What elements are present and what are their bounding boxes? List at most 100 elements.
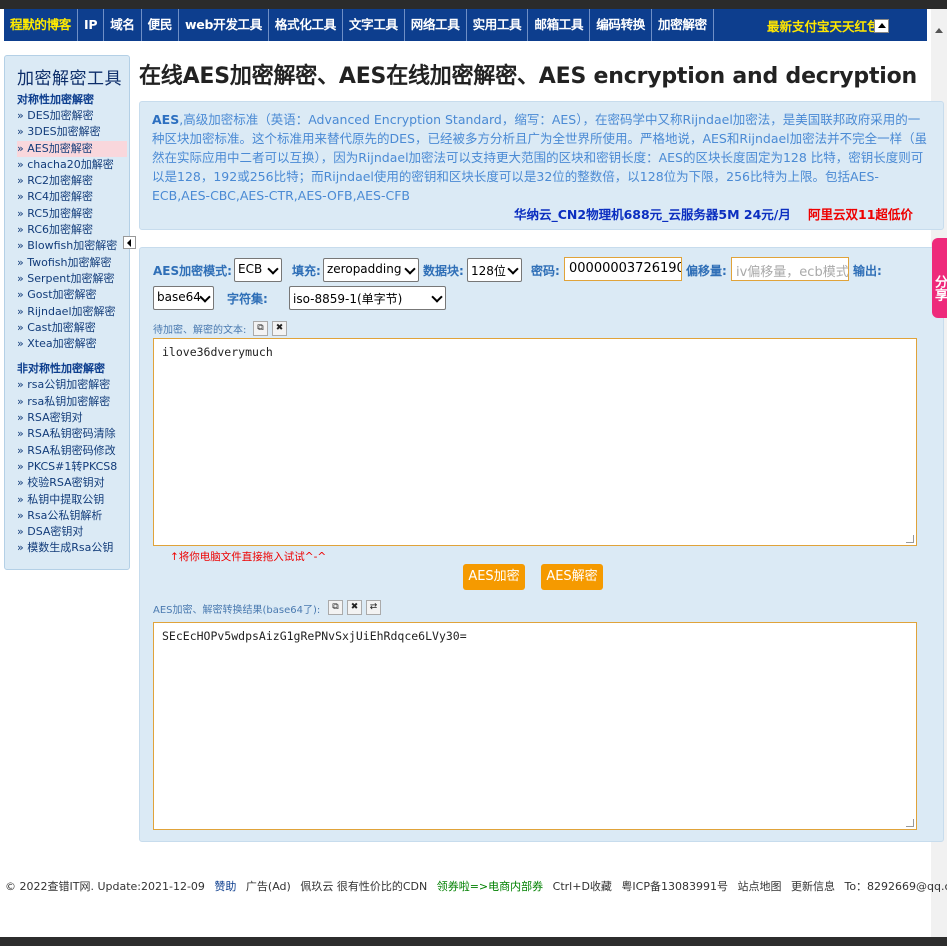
sidebar-item-3des[interactable]: 3DES加密解密: [17, 124, 129, 140]
nav-format-link[interactable]: 格式化工具: [269, 9, 343, 41]
sidebar-item-modulus-rsa[interactable]: 模数生成Rsa公钥: [17, 540, 129, 556]
sidebar-item-des[interactable]: DES加密解密: [17, 108, 129, 124]
padding-label: 填充:: [292, 264, 321, 278]
input-text: ilove36dverymuch: [162, 345, 273, 359]
padding-select-value: zeropadding: [327, 262, 402, 276]
tool-panel: AES加密模式: ECB 填充: zeropadding 数据块: 128位 密…: [139, 247, 944, 842]
iv-input[interactable]: iv偏移量，ecb模式不用填写！: [731, 257, 849, 281]
nav-crypto-link[interactable]: 加密解密: [652, 9, 714, 41]
input-textarea[interactable]: ilove36dverymuch: [153, 338, 917, 546]
footer-bookmark: Ctrl+D收藏: [552, 880, 612, 893]
ad-link-right[interactable]: 阿里云双11超低价: [808, 204, 913, 223]
sidebar-item-extract-public[interactable]: 私钥中提取公钥: [17, 492, 129, 508]
sidebar-item-twofish[interactable]: Twofish加密解密: [17, 255, 129, 271]
sidebar-heading-asymmetric: 非对称性加密解密: [17, 362, 105, 376]
sidebar-collapse-icon[interactable]: [123, 236, 136, 249]
sidebar-item-rc2[interactable]: RC2加密解密: [17, 173, 129, 189]
sidebar: 加密解密工具 对称性加密解密 DES加密解密 3DES加密解密 AES加密解密 …: [4, 55, 130, 570]
aes-encrypt-button[interactable]: AES加密: [463, 564, 525, 590]
sidebar-item-dsa-keypair[interactable]: DSA密钥对: [17, 524, 129, 540]
clear-icon[interactable]: ✖: [272, 321, 287, 336]
intro-lead: AES: [152, 112, 180, 127]
mode-label: AES加密模式:: [153, 264, 232, 278]
mode-select[interactable]: ECB: [234, 258, 282, 282]
clear-result-icon[interactable]: ✖: [347, 600, 362, 615]
resize-handle-icon[interactable]: [906, 819, 914, 827]
footer-ads-link[interactable]: 广告(Ad): [246, 880, 291, 893]
sidebar-item-rsa-public[interactable]: rsa公钥加密解密: [17, 377, 129, 393]
sidebar-item-rijndael[interactable]: Rijndael加密解密: [17, 304, 129, 320]
nav-blog-link[interactable]: 程默的博客: [4, 9, 79, 41]
sidebar-item-gost[interactable]: Gost加密解密: [17, 287, 129, 303]
nav-text-link[interactable]: 文字工具: [343, 9, 405, 41]
marquee-promo[interactable]: 最新支付宝天天红包: [767, 16, 927, 35]
sidebar-item-rsa-keypair[interactable]: RSA密钥对: [17, 410, 129, 426]
sidebar-item-rsa-parse[interactable]: Rsa公私钥解析: [17, 508, 129, 524]
sidebar-item-blowfish[interactable]: Blowfish加密解密: [17, 238, 129, 254]
sidebar-item-pkcs1-to-pkcs8[interactable]: PKCS#1转PKCS8: [17, 459, 129, 475]
ad-link-left[interactable]: 华纳云_CN2物理机688元_云服务器5M 24元/月: [514, 204, 791, 223]
sidebar-item-rc6[interactable]: RC6加密解密: [17, 222, 129, 238]
sidebar-item-verify-rsa[interactable]: 校验RSA密钥对: [17, 475, 129, 491]
key-input[interactable]: 0000000372619038: [564, 257, 682, 281]
result-label: AES加密、解密转换结果(base64了):: [153, 605, 321, 616]
resize-handle-icon[interactable]: [906, 535, 914, 543]
share-tab[interactable]: 分享: [932, 238, 947, 318]
block-label: 数据块:: [423, 264, 464, 278]
copy-icon[interactable]: ⧉: [253, 321, 268, 336]
footer-sitemap-link[interactable]: 站点地图: [737, 880, 781, 893]
nav-network-link[interactable]: 网络工具: [405, 9, 467, 41]
chevron-down-icon: [507, 263, 519, 275]
drag-hint: ↑将你电脑文件直接拖入试试^-^: [170, 551, 327, 563]
footer-coupon-link[interactable]: 领券啦=>电商内部券: [437, 880, 543, 893]
padding-select[interactable]: zeropadding: [323, 258, 419, 282]
block-select-value: 128位: [471, 264, 506, 278]
sidebar-item-rsa-change-password[interactable]: RSA私钥密码修改: [17, 443, 129, 459]
iv-label: 偏移量:: [686, 264, 727, 278]
footer-sponsor-link[interactable]: 赞助: [214, 880, 236, 893]
sidebar-item-chacha20[interactable]: chacha20加解密: [17, 157, 129, 173]
result-text: SEcEcHOPv5wdpsAizG1gRePNvSxjUiEhRdqce6LV…: [162, 629, 467, 643]
nav-encoding-link[interactable]: 编码转换: [590, 9, 652, 41]
nav-webdev-link[interactable]: web开发工具: [179, 9, 269, 41]
footer-icp-link[interactable]: 粤ICP备13083991号: [621, 880, 728, 893]
sidebar-item-serpent[interactable]: Serpent加密解密: [17, 271, 129, 287]
footer-copyright: © 2022查错IT网. Update:2021-12-09: [5, 880, 205, 893]
aes-decrypt-button[interactable]: AES解密: [541, 564, 603, 590]
sidebar-item-aes[interactable]: AES加密解密: [17, 140, 127, 157]
sidebar-item-cast[interactable]: Cast加密解密: [17, 320, 129, 336]
result-textarea[interactable]: SEcEcHOPv5wdpsAizG1gRePNvSxjUiEhRdqce6LV…: [153, 622, 917, 830]
chevron-down-icon: [404, 263, 416, 275]
footer: © 2022查错IT网. Update:2021-12-09 赞助 广告(Ad)…: [5, 878, 947, 894]
intro-text: ,高级加密标准（英语：Advanced Encryption Standard，…: [152, 112, 928, 203]
input-label: 待加密、解密的文本:: [153, 325, 247, 336]
nav-utility-link[interactable]: 实用工具: [467, 9, 529, 41]
nav-ip-link[interactable]: IP: [78, 9, 105, 41]
nav-convenience-link[interactable]: 便民: [142, 9, 180, 41]
footer-cdn-link[interactable]: 佩玖云 很有性价比的CDN: [300, 880, 427, 893]
output-select[interactable]: base64: [153, 286, 214, 310]
sidebar-symmetric-list: DES加密解密 3DES加密解密 AES加密解密 chacha20加解密 RC2…: [5, 108, 129, 352]
nav-domain-link[interactable]: 域名: [104, 9, 142, 41]
sidebar-item-rsa-clear-password[interactable]: RSA私钥密码清除: [17, 426, 129, 442]
intro-paragraph: AES,高级加密标准（英语：Advanced Encryption Standa…: [152, 110, 931, 205]
nav-email-link[interactable]: 邮箱工具: [528, 9, 591, 41]
chevron-down-icon: [267, 263, 279, 275]
output-label: 输出:: [853, 264, 882, 278]
copy-result-icon[interactable]: ⧉: [328, 600, 343, 615]
scroll-up-arrow-icon[interactable]: [935, 28, 943, 33]
block-select[interactable]: 128位: [467, 258, 522, 282]
browser-top-strip: [0, 0, 947, 9]
charset-select[interactable]: iso-8859-1(单字节): [289, 286, 446, 310]
top-navigation: 程默的博客 IP 域名 便民 web开发工具 格式化工具 文字工具 网络工具 实…: [4, 9, 927, 41]
collapse-up-icon[interactable]: [874, 19, 889, 33]
sidebar-item-xtea[interactable]: Xtea加密解密: [17, 336, 129, 352]
chevron-down-icon: [199, 291, 211, 303]
sidebar-item-rsa-private[interactable]: rsa私钥加密解密: [17, 394, 129, 410]
sidebar-item-rc4[interactable]: RC4加密解密: [17, 189, 129, 205]
footer-updates-link[interactable]: 更新信息: [791, 880, 835, 893]
sidebar-heading-symmetric: 对称性加密解密: [17, 93, 94, 106]
sidebar-title: 加密解密工具: [17, 69, 122, 89]
sidebar-item-rc5[interactable]: RC5加密解密: [17, 206, 129, 222]
swap-icon[interactable]: ⇄: [366, 600, 381, 615]
